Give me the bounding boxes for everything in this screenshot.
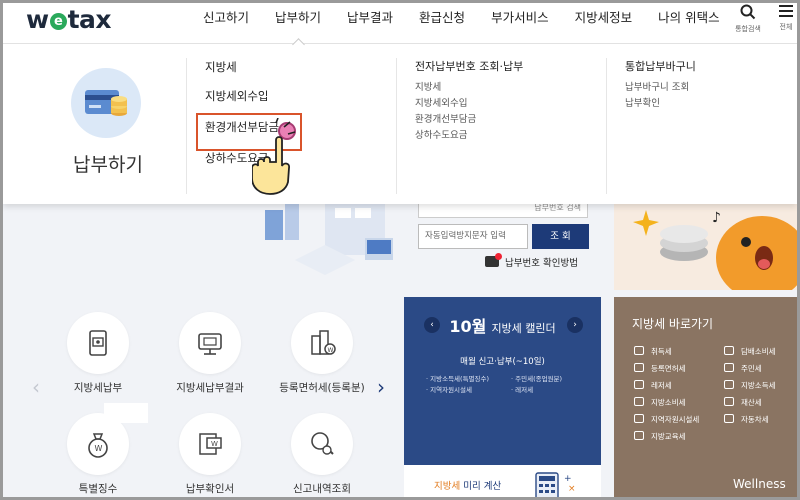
mega-col-e-payment: 전자납부번호 조회·납부 지방세 지방세외수입 환경개선부담금 상하수도요금 (396, 58, 606, 194)
calendar-item: · 주민세(종업원분) (511, 375, 563, 383)
nav-item-file-report[interactable]: 신고하기 (190, 0, 262, 44)
main-nav: 신고하기 납부하기 납부결과 환급신청 부가서비스 지방세정보 나의 위택스 (190, 0, 733, 44)
plus-box-icon (634, 363, 644, 372)
factory-icon (634, 414, 644, 423)
menu-item-local-tax[interactable]: 지방세 (205, 58, 396, 82)
shortcuts-title: 지방세 바로가기 (632, 317, 714, 331)
menu-item-non-tax-revenue[interactable]: 지방세외수입 (205, 82, 396, 113)
submenu-item[interactable]: 지방세외수입 (415, 96, 606, 112)
submenu-item[interactable]: 환경개선부담금 (415, 112, 606, 128)
shortcut-registration-tax[interactable]: 등록면허세 (634, 363, 724, 374)
calculator-icon: + × (535, 472, 576, 499)
shortcuts-list: 취득세 담배소비세 등록면허세 주민세 레저세 지방소득세 지방소비세 재산세 … (634, 346, 800, 442)
graduation-cap-icon (634, 431, 644, 440)
shortcut-property-tax[interactable]: 재산세 (724, 397, 800, 408)
city-illustration (255, 200, 405, 280)
site-header: w e tax 신고하기 납부하기 납부결과 환급신청 부가서비스 지방세정보 나의… (0, 0, 800, 44)
tile-payment-certificate[interactable]: W 납부확인서 (150, 413, 270, 496)
tile-registration-license-tax[interactable]: W 등록면허세(등록분) (262, 312, 382, 395)
nav-item-payment[interactable]: 납부하기 (262, 0, 334, 44)
lookup-button[interactable]: 조 회 (532, 224, 589, 249)
submenu-item[interactable]: 지방세 (415, 80, 606, 96)
calendar-item: · 지역자원시설세 (426, 386, 473, 394)
wetax-logo[interactable]: w e tax (26, 5, 112, 34)
svg-text:W: W (211, 440, 218, 448)
shortcut-income-tax[interactable]: 지방소득세 (724, 380, 800, 391)
submenu-item[interactable]: 납부바구니 조회 (625, 80, 796, 96)
calendar-items: · 지방소득세(특별징수) · 주민세(종업원분) · 지역자원시설세 · 레저… (426, 374, 596, 396)
printer-alert-icon (485, 253, 502, 267)
tile-local-tax-payment[interactable]: 지방세납부 (38, 312, 158, 395)
shortcut-resident-tax[interactable]: 주민세 (724, 363, 800, 374)
captcha-input[interactable]: 자동입력방지문자 입력 (418, 224, 528, 249)
calendar-heading: 10월 지방세 캘린더 (449, 317, 556, 336)
shortcut-vehicle-tax[interactable]: 자동차세 (724, 414, 800, 425)
nav-item-local-tax-info[interactable]: 지방세정보 (562, 0, 646, 44)
car-icon (724, 414, 734, 423)
mega-col-basket: 통합납부바구니 납부바구니 조회 납부확인 (606, 58, 796, 194)
nav-item-extra-services[interactable]: 부가서비스 (478, 0, 562, 44)
payment-card-icon (71, 68, 141, 138)
svg-text:W: W (95, 444, 103, 453)
house-icon (634, 346, 644, 355)
watermark-text: Wellness (733, 477, 786, 491)
mega-col-heading[interactable]: 통합납부바구니 (625, 58, 796, 74)
mascot-banner[interactable]: ♪ (614, 200, 800, 290)
cigarette-icon (724, 346, 734, 355)
shortcut-tobacco-tax[interactable]: 담배소비세 (724, 346, 800, 357)
svg-text:W: W (328, 347, 334, 354)
receipt-icon: W (179, 413, 241, 475)
local-tax-calendar: ‹ › 10월 지방세 캘린더 매월 신고·납부(~10일) · 지방소득세(특… (404, 297, 601, 500)
svg-text:♪: ♪ (712, 210, 721, 226)
redaction-patch (104, 403, 148, 423)
tax-payment-icon (67, 312, 129, 374)
bicycle-icon (634, 380, 644, 389)
shortcut-consumption-tax[interactable]: 지방소비세 (634, 397, 724, 408)
person-icon (724, 363, 734, 372)
nav-item-payment-result[interactable]: 납부결과 (334, 0, 406, 44)
calendar-item: · 지방소득세(특별징수) (426, 375, 490, 383)
search-icon (728, 4, 768, 24)
shortcut-leisure-tax[interactable]: 레저세 (634, 380, 724, 391)
submenu-item[interactable]: 상하수도요금 (415, 128, 606, 144)
nav-item-refund[interactable]: 환급신청 (406, 0, 478, 44)
tile-report-history[interactable]: 신고내역조회 (262, 413, 382, 496)
mega-col-heading[interactable]: 전자납부번호 조회·납부 (415, 58, 606, 74)
calendar-item: · 레저세 (511, 386, 534, 394)
hamburger-menu-icon (772, 4, 800, 22)
svg-text:×: × (568, 484, 576, 494)
won-coin-icon (724, 397, 734, 406)
magnifier-icon (291, 413, 353, 475)
tile-special-collection[interactable]: W 특별징수 (38, 413, 158, 496)
money-bag-icon (724, 380, 734, 389)
shortcut-acquisition-tax[interactable]: 취득세 (634, 346, 724, 357)
tile-payment-result[interactable]: 지방세납부결과 (150, 312, 270, 395)
local-tax-shortcuts: 지방세 바로가기 취득세 담배소비세 등록면허세 주민세 레저세 지방소득세 지… (614, 297, 800, 500)
payment-number-help-link[interactable]: 납부번호 확인방법 (485, 253, 578, 269)
submenu-item[interactable]: 납부확인 (625, 96, 796, 112)
calendar-subtitle: 매월 신고·납부(~10일) (460, 357, 545, 367)
payment-result-icon (179, 312, 241, 374)
building-tax-icon: W (291, 312, 353, 374)
mega-menu-title: 납부하기 (73, 154, 143, 176)
shortcut-regional-resource-tax[interactable]: 지역자원시설세 (634, 414, 724, 425)
payment-number-search: 납부번호 검색 자동입력방지문자 입력 조 회 납부번호 확인방법 (405, 200, 605, 290)
nav-item-my-wetax[interactable]: 나의 위택스 (645, 0, 732, 44)
pointing-hand-icon (251, 117, 300, 200)
tax-calculator-banner[interactable]: 지방세 미리 계산 + × (404, 465, 601, 500)
all-menu-button[interactable]: 전체 (772, 4, 800, 32)
cart-icon (634, 397, 644, 406)
svg-text:+: + (564, 474, 572, 484)
shortcut-education-tax[interactable]: 지방교육세 (634, 431, 724, 442)
search-button[interactable]: 통합검색 (728, 4, 768, 34)
payment-mega-menu: 납부하기 지방세 지방세외수입 환경개선부담금 상하수도요금 전자납부번호 조회… (3, 44, 797, 204)
